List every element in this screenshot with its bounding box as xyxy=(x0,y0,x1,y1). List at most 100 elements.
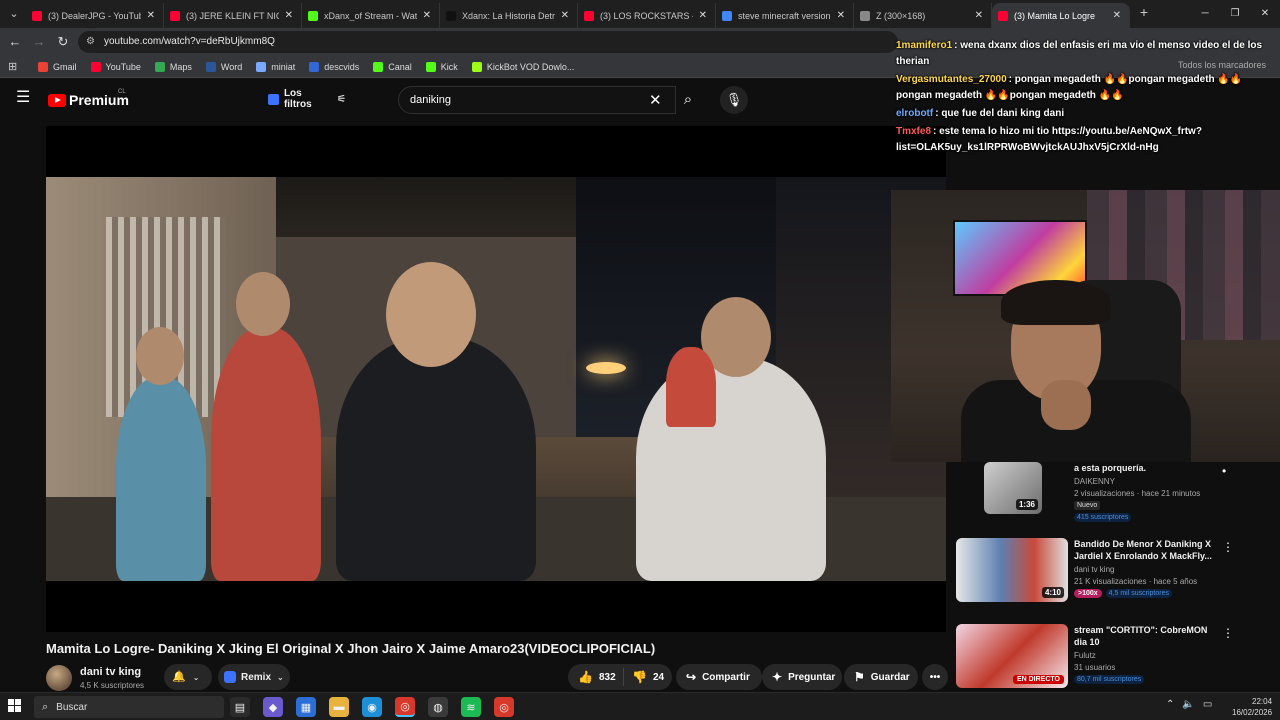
channel-name[interactable]: dani tv king xyxy=(80,666,141,678)
person-white-jacket xyxy=(636,357,826,581)
subscription-bell-button[interactable]: 🔔 ⌄ xyxy=(164,664,212,690)
suggestion-title[interactable]: Bandido De Menor X Daniking X Jardiel X … xyxy=(1074,538,1214,562)
spotify-icon[interactable]: ≋ xyxy=(461,697,481,717)
search-box[interactable]: daniking ✕ xyxy=(398,86,676,114)
close-tab-icon[interactable]: ✕ xyxy=(699,10,707,21)
video-player[interactable] xyxy=(46,126,946,632)
close-tab-icon[interactable]: ✕ xyxy=(837,10,845,21)
edge-icon[interactable]: ◉ xyxy=(362,697,382,717)
person-head xyxy=(136,327,184,385)
browser-tab-strip: ⌄ (3) DealerJPG - YouTube ✕ (3) JERE KLEIN… xyxy=(0,0,1280,28)
windows-start-icon[interactable] xyxy=(8,699,22,713)
close-tab-icon[interactable]: ✕ xyxy=(975,10,983,21)
task-view-icon[interactable]: ▤ xyxy=(230,697,250,717)
clock[interactable]: 22:04 16/02/2026 xyxy=(1232,696,1272,718)
hamburger-menu-icon[interactable]: ☰ xyxy=(16,90,32,106)
chevron-up-icon[interactable]: ⌃ xyxy=(1166,699,1174,710)
browser-tab[interactable]: (3) DealerJPG - YouTube ✕ xyxy=(26,3,164,28)
browser-tab[interactable]: Xdanx: La Historia Detrás ✕ xyxy=(440,3,578,28)
tab-search-icon[interactable]: ⌄ xyxy=(4,4,24,24)
volume-icon[interactable]: 🔈 xyxy=(1182,699,1194,710)
browser-tab[interactable]: Z (300×168) ✕ xyxy=(854,3,992,28)
obs-icon[interactable]: ◍ xyxy=(428,697,448,717)
chat-text: este tema lo hizo mi tio https://youtu.b… xyxy=(896,126,1202,153)
browser-tab[interactable]: (3) Mamita Lo Logre ✕ xyxy=(992,3,1130,28)
share-button[interactable]: ↪ Compartir xyxy=(676,664,762,690)
file-explorer-icon[interactable]: ▬ xyxy=(329,697,349,717)
channel-avatar[interactable] xyxy=(46,665,72,691)
bookmark-item[interactable]: YouTube xyxy=(90,59,141,75)
search-button[interactable]: ⌕ xyxy=(676,86,700,114)
bookmark-item[interactable]: KickBot VOD Dowlo... xyxy=(471,59,574,75)
browser-tab[interactable]: (3) JERE KLEIN FT NICKOO ✕ xyxy=(164,3,302,28)
bookmark-item[interactable]: descvids xyxy=(309,59,359,75)
suggestion-title[interactable]: stream "CORTITO": CobreMON dia 10 xyxy=(1074,624,1214,648)
suggestion-channel[interactable]: Fulutz xyxy=(1074,651,1214,660)
ask-button[interactable]: ✦ Preguntar xyxy=(762,664,842,690)
more-options-icon[interactable]: ⋮ xyxy=(1222,540,1234,554)
taskbar-apps: ▤ ◆ ▦ ▬ ◉ ◎ ◍ ≋ ◎ xyxy=(230,697,514,717)
copilot-icon[interactable]: ◆ xyxy=(263,697,283,717)
maximize-icon[interactable]: ❐ xyxy=(1220,0,1250,28)
bookmark-favicon-icon xyxy=(38,62,48,72)
forward-icon[interactable]: → xyxy=(30,33,48,51)
url-text[interactable]: youtube.com/watch?v=deRbUjkmm8Q xyxy=(104,36,275,47)
bookmark-item[interactable]: miniat xyxy=(256,59,295,75)
apps-grid-icon[interactable]: ⊞ xyxy=(8,61,20,73)
remix-button[interactable]: Remix ⌄ xyxy=(218,664,290,690)
more-options-icon[interactable]: ⋮ xyxy=(1222,626,1234,640)
store-icon[interactable]: ▦ xyxy=(296,697,316,717)
tab-title: Z (300×168) xyxy=(876,10,926,21)
browser-tab[interactable]: (3) LOS ROCKSTARS - Gal ✕ xyxy=(578,3,716,28)
bookmark-item[interactable]: Maps xyxy=(154,59,192,75)
more-options-icon[interactable]: • xyxy=(1222,464,1226,478)
search-icon: ⌕ xyxy=(42,700,49,713)
address-bar[interactable]: ⚙ youtube.com/watch?v=deRbUjkmm8Q xyxy=(78,31,898,53)
filters-button[interactable]: Los filtros ⚟ xyxy=(262,88,346,110)
stream-chat-overlay: 1mamifero1: wena dxanx dios del enfasis … xyxy=(896,38,1276,158)
search-input[interactable]: daniking xyxy=(410,94,451,106)
like-button[interactable]: 👍 832 xyxy=(568,668,624,686)
browser-tab[interactable]: steve minecraft version re ✕ xyxy=(716,3,854,28)
back-icon[interactable]: ← xyxy=(6,33,24,51)
bookmark-item[interactable]: Gmail xyxy=(38,59,77,75)
video-frame[interactable] xyxy=(46,177,946,581)
bookmark-item[interactable]: Canal xyxy=(373,59,412,75)
reload-icon[interactable]: ↻ xyxy=(54,33,72,51)
save-button[interactable]: ⚑ Guardar xyxy=(844,664,918,690)
close-tab-icon[interactable]: ✕ xyxy=(423,10,431,21)
bookmark-item[interactable]: Word xyxy=(205,59,242,75)
close-window-icon[interactable]: ✕ xyxy=(1250,0,1280,28)
voice-search-button[interactable]: 🎙 xyxy=(720,86,748,114)
minimize-icon[interactable]: ─ xyxy=(1190,0,1220,28)
sliders-icon: ⚟ xyxy=(337,93,346,105)
chrome-alt-icon-glyph: ◎ xyxy=(499,701,509,714)
close-tab-icon[interactable]: ✕ xyxy=(285,10,293,21)
tab-title: (3) LOS ROCKSTARS - Gal xyxy=(600,10,693,21)
taskbar-search[interactable]: ⌕ Buscar xyxy=(34,696,224,718)
suggestion-channel[interactable]: dani tv king xyxy=(1074,565,1214,574)
suggestion-channel[interactable]: DAIKENNY xyxy=(1074,477,1214,486)
subscriber-badge: 415 suscriptores xyxy=(1074,513,1132,522)
suggestion-title[interactable]: a esta porquería. xyxy=(1074,462,1214,474)
youtube-logo[interactable]: Premium xyxy=(48,92,129,108)
more-actions-button[interactable]: ••• xyxy=(922,664,948,690)
network-icon[interactable]: ▭ xyxy=(1203,699,1212,710)
youtube-favicon xyxy=(998,10,1008,21)
chevron-down-icon: ⌄ xyxy=(277,672,284,682)
bookmark-item[interactable]: Kick xyxy=(425,59,458,75)
site-info-icon[interactable]: ⚙ xyxy=(86,36,98,48)
video-thumbnail[interactable]: 1:36 xyxy=(984,462,1042,514)
close-tab-icon[interactable]: ✕ xyxy=(1113,10,1121,21)
browser-tab[interactable]: xDanx_of Stream - Watch ✕ xyxy=(302,3,440,28)
close-tab-icon[interactable]: ✕ xyxy=(147,10,155,21)
chrome-alt-icon[interactable]: ◎ xyxy=(494,697,514,717)
video-thumbnail[interactable]: 4:10 xyxy=(956,538,1068,602)
clear-search-icon[interactable]: ✕ xyxy=(649,91,662,109)
close-tab-icon[interactable]: ✕ xyxy=(561,10,569,21)
new-tab-button[interactable]: + xyxy=(1136,4,1152,20)
video-thumbnail[interactable]: EN DIRECTO xyxy=(956,624,1068,688)
dislike-button[interactable]: 👎 24 xyxy=(624,670,664,684)
youtube-favicon xyxy=(584,10,594,21)
chrome-icon[interactable]: ◎ xyxy=(395,697,415,717)
